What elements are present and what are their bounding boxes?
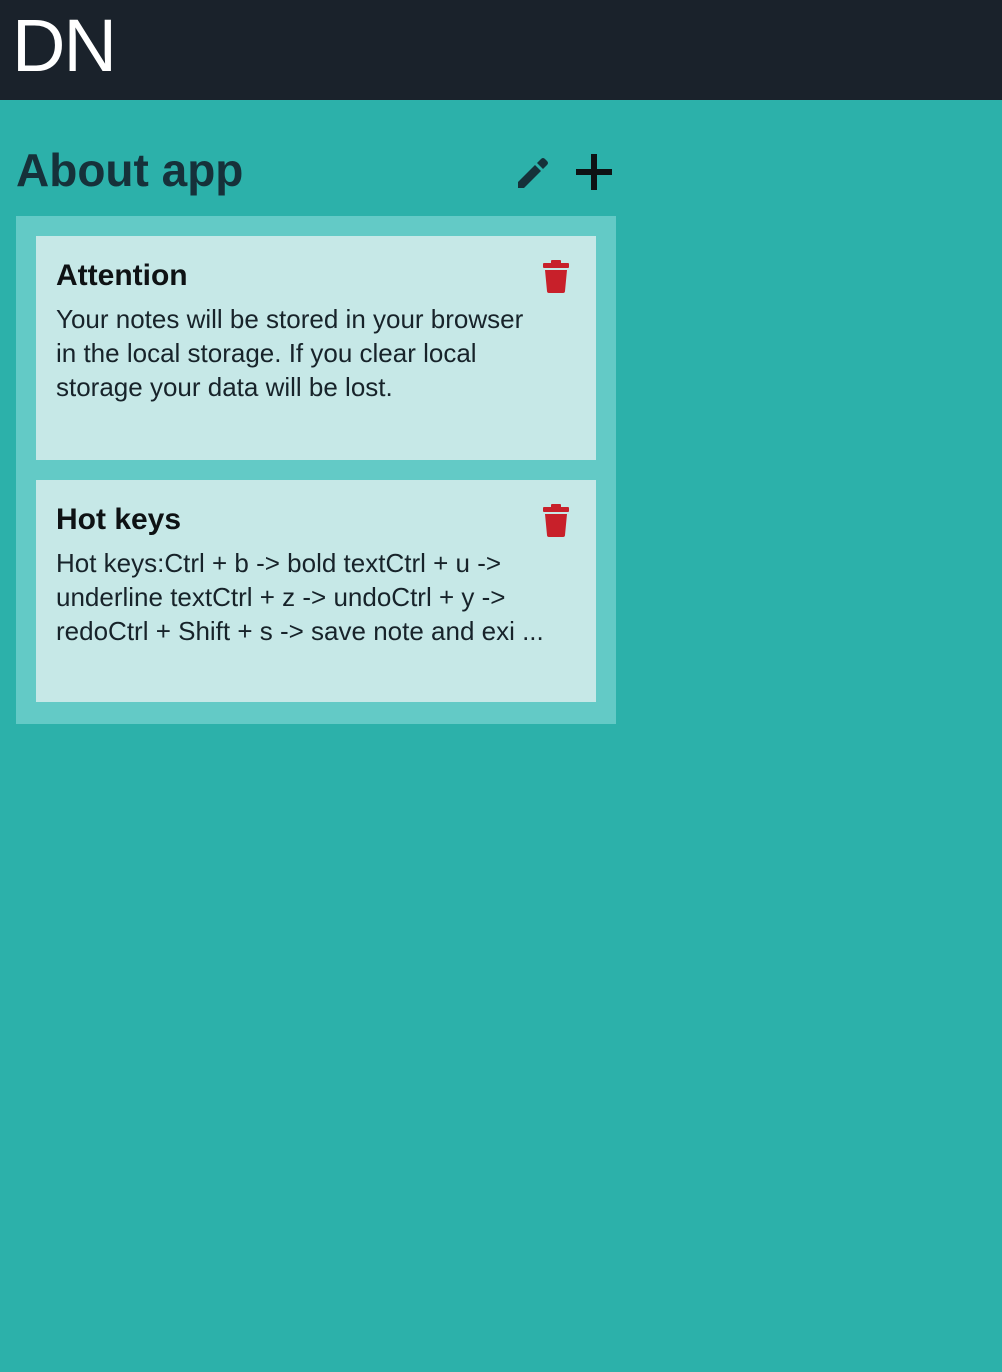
note-title: Hot keys bbox=[56, 503, 182, 536]
note-body: Your notes will be stored in your browse… bbox=[56, 304, 524, 402]
plus-icon bbox=[576, 154, 612, 190]
delete-note-button[interactable] bbox=[540, 258, 572, 294]
section-header: About app bbox=[16, 138, 616, 202]
section-title: About app bbox=[16, 144, 244, 196]
note-title: Attention bbox=[56, 259, 188, 292]
trash-icon bbox=[543, 260, 569, 293]
note-body: Hot keys:Ctrl + b -> bold textCtrl + u -… bbox=[56, 548, 544, 646]
add-note-button[interactable] bbox=[572, 150, 616, 194]
top-bar: DN bbox=[0, 0, 1002, 100]
edit-section-button[interactable] bbox=[514, 152, 554, 192]
note-card[interactable]: Hot keys Hot keys:Ctrl + b -> bold textC… bbox=[36, 480, 596, 702]
note-card[interactable]: Attention Your notes will be stored in y… bbox=[36, 236, 596, 460]
pencil-icon bbox=[518, 158, 548, 188]
notes-panel: Attention Your notes will be stored in y… bbox=[16, 216, 616, 724]
app-logo[interactable]: DN bbox=[12, 4, 117, 88]
trash-icon bbox=[543, 504, 569, 537]
delete-note-button[interactable] bbox=[540, 502, 572, 538]
